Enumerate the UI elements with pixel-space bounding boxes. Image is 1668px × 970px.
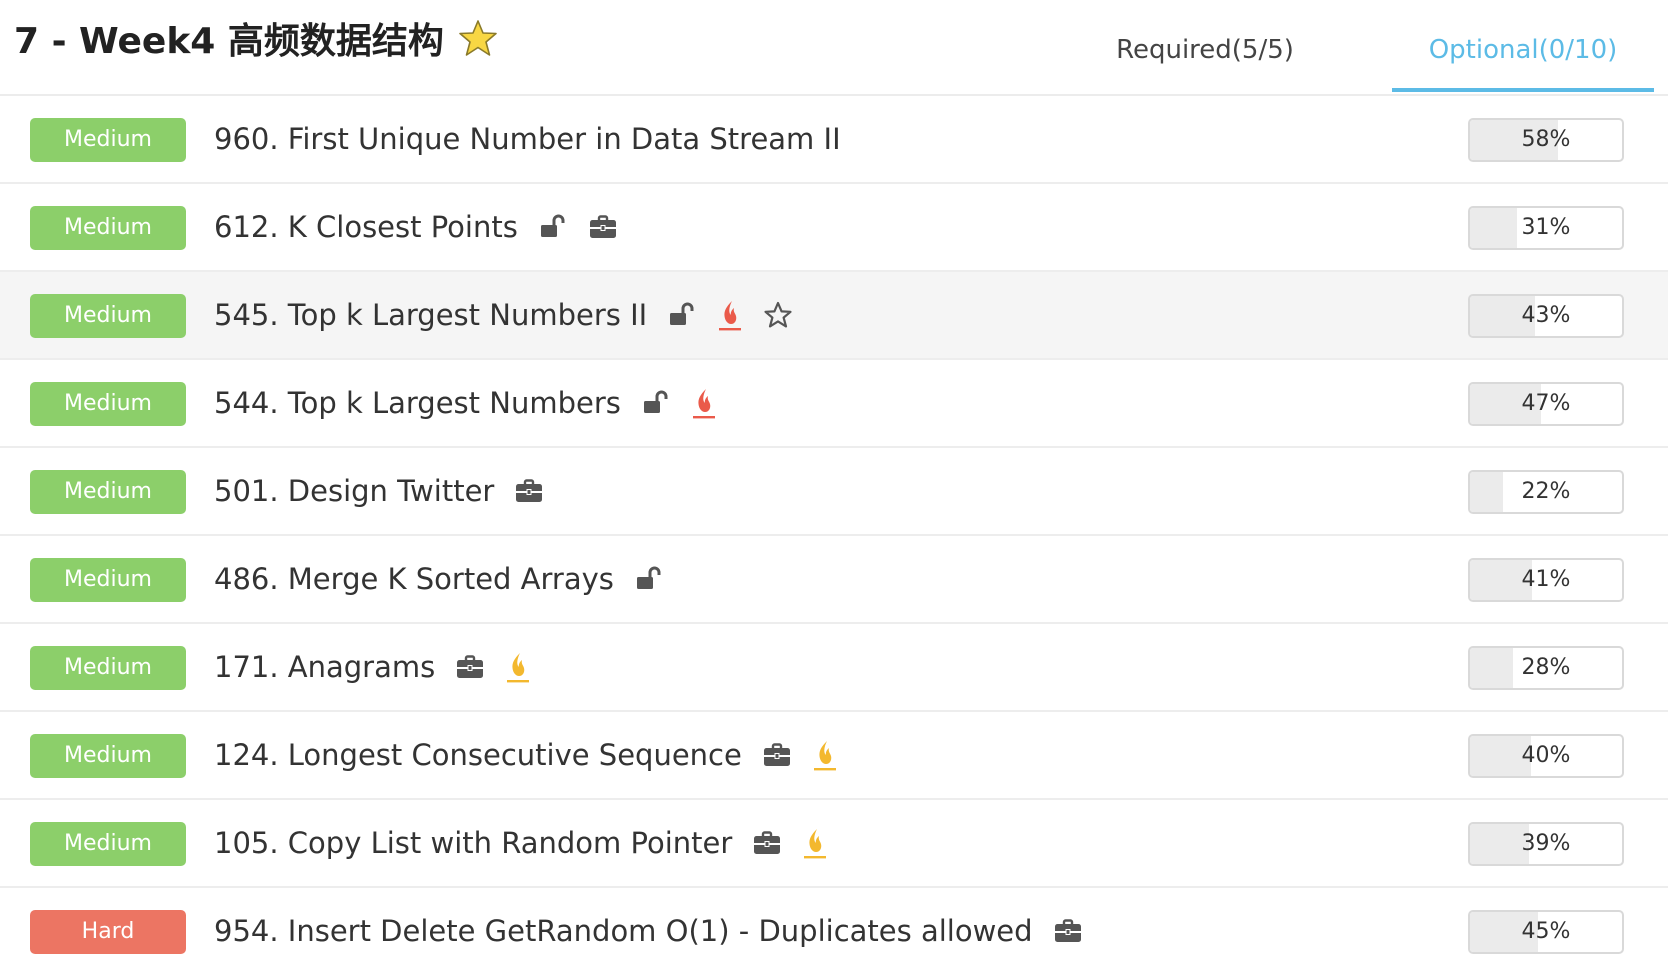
acceptance-rate-label: 31%: [1521, 215, 1571, 240]
problem-title-link[interactable]: 486. Merge K Sorted Arrays: [214, 562, 614, 596]
fire-warm-icon: [802, 826, 828, 860]
difficulty-badge: Medium: [30, 822, 186, 866]
problem-title-link[interactable]: 960. First Unique Number in Data Stream …: [214, 122, 841, 156]
acceptance-rate-bar: 45%: [1468, 910, 1624, 954]
problem-title-group: 171. Anagrams: [214, 624, 531, 710]
difficulty-badge: Hard: [30, 910, 186, 954]
acceptance-rate-bar: 31%: [1468, 206, 1624, 250]
acceptance-rate-label: 39%: [1521, 831, 1571, 856]
briefcase-icon: [1053, 916, 1083, 946]
problem-title-group: 501. Design Twitter: [214, 448, 544, 534]
problem-title-group: 545. Top k Largest Numbers II: [214, 272, 793, 358]
acceptance-rate-label: 45%: [1521, 919, 1571, 944]
difficulty-badge: Medium: [30, 470, 186, 514]
unlock-icon: [667, 300, 697, 330]
problem-title-group: 486. Merge K Sorted Arrays: [214, 536, 664, 622]
problem-list-page: 7 - Week4 高频数据结构 Required(5/5) Optional(…: [0, 0, 1668, 970]
problem-list: Medium 960. First Unique Number in Data S…: [0, 96, 1668, 970]
problem-title-group: 960. First Unique Number in Data Stream …: [214, 96, 841, 182]
fire-hot-icon: [691, 386, 717, 420]
acceptance-rate-label: 40%: [1521, 743, 1571, 768]
problem-row[interactable]: Medium 124. Longest Consecutive Sequence 4…: [0, 712, 1668, 800]
acceptance-rate-label: 41%: [1521, 567, 1571, 592]
problem-title-link[interactable]: 171. Anagrams: [214, 650, 435, 684]
problem-row[interactable]: Hard 954. Insert Delete GetRandom O(1) - …: [0, 888, 1668, 970]
problem-row[interactable]: Medium 171. Anagrams 28%: [0, 624, 1668, 712]
difficulty-badge: Medium: [30, 734, 186, 778]
tab-optional[interactable]: Optional(0/10): [1392, 30, 1654, 92]
fire-hot-icon: [717, 298, 743, 332]
difficulty-badge: Medium: [30, 118, 186, 162]
acceptance-rate-label: 22%: [1521, 479, 1571, 504]
unlock-icon: [538, 212, 568, 242]
problem-row[interactable]: Medium 105. Copy List with Random Pointer…: [0, 800, 1668, 888]
acceptance-rate-bar: 43%: [1468, 294, 1624, 338]
problem-title-link[interactable]: 124. Longest Consecutive Sequence: [214, 738, 742, 772]
section-header: 7 - Week4 高频数据结构 Required(5/5) Optional(…: [0, 0, 1668, 96]
briefcase-icon: [455, 652, 485, 682]
difficulty-badge: Medium: [30, 646, 186, 690]
problem-row[interactable]: Medium 544. Top k Largest Numbers 47%: [0, 360, 1668, 448]
problem-title-link[interactable]: 544. Top k Largest Numbers: [214, 386, 621, 420]
acceptance-rate-bar: 41%: [1468, 558, 1624, 602]
difficulty-badge: Medium: [30, 382, 186, 426]
problem-title-link[interactable]: 612. K Closest Points: [214, 210, 518, 244]
briefcase-icon: [752, 828, 782, 858]
fire-warm-icon: [812, 738, 838, 772]
acceptance-rate-bar: 40%: [1468, 734, 1624, 778]
fire-warm-icon: [505, 650, 531, 684]
acceptance-rate-label: 58%: [1521, 127, 1571, 152]
briefcase-icon: [762, 740, 792, 770]
acceptance-rate-bar: 58%: [1468, 118, 1624, 162]
acceptance-rate-bar: 39%: [1468, 822, 1624, 866]
unlock-icon: [634, 564, 664, 594]
tab-required[interactable]: Required(5/5): [1090, 30, 1320, 92]
problem-row[interactable]: Medium 960. First Unique Number in Data S…: [0, 96, 1668, 184]
briefcase-icon: [588, 212, 618, 242]
problem-title-group: 105. Copy List with Random Pointer: [214, 800, 828, 886]
problem-title-link[interactable]: 501. Design Twitter: [214, 474, 494, 508]
difficulty-badge: Medium: [30, 558, 186, 602]
briefcase-icon: [514, 476, 544, 506]
acceptance-rate-bar: 28%: [1468, 646, 1624, 690]
acceptance-rate-bar: 22%: [1468, 470, 1624, 514]
problem-title-group: 954. Insert Delete GetRandom O(1) - Dupl…: [214, 888, 1083, 970]
problem-title-group: 544. Top k Largest Numbers: [214, 360, 717, 446]
problem-row[interactable]: Medium 612. K Closest Points 31%: [0, 184, 1668, 272]
unlock-icon: [641, 388, 671, 418]
problem-title-link[interactable]: 545. Top k Largest Numbers II: [214, 298, 647, 332]
acceptance-rate-bar: 47%: [1468, 382, 1624, 426]
acceptance-rate-label: 47%: [1521, 391, 1571, 416]
difficulty-badge: Medium: [30, 294, 186, 338]
page-title: 7 - Week4 高频数据结构: [14, 21, 444, 62]
problem-row[interactable]: Medium 545. Top k Largest Numbers II 43%: [0, 272, 1668, 360]
problem-row[interactable]: Medium 501. Design Twitter 22%: [0, 448, 1668, 536]
difficulty-badge: Medium: [30, 206, 186, 250]
problem-row[interactable]: Medium 486. Merge K Sorted Arrays 41%: [0, 536, 1668, 624]
page-title-wrap: 7 - Week4 高频数据结构: [14, 12, 498, 64]
problem-title-link[interactable]: 954. Insert Delete GetRandom O(1) - Dupl…: [214, 914, 1033, 948]
star-outline-icon[interactable]: [763, 300, 793, 330]
problem-title-link[interactable]: 105. Copy List with Random Pointer: [214, 826, 732, 860]
problem-title-group: 612. K Closest Points: [214, 184, 618, 270]
acceptance-rate-label: 43%: [1521, 303, 1571, 328]
acceptance-rate-label: 28%: [1521, 655, 1571, 680]
favorite-star-icon[interactable]: [458, 18, 498, 58]
problem-title-group: 124. Longest Consecutive Sequence: [214, 712, 838, 798]
